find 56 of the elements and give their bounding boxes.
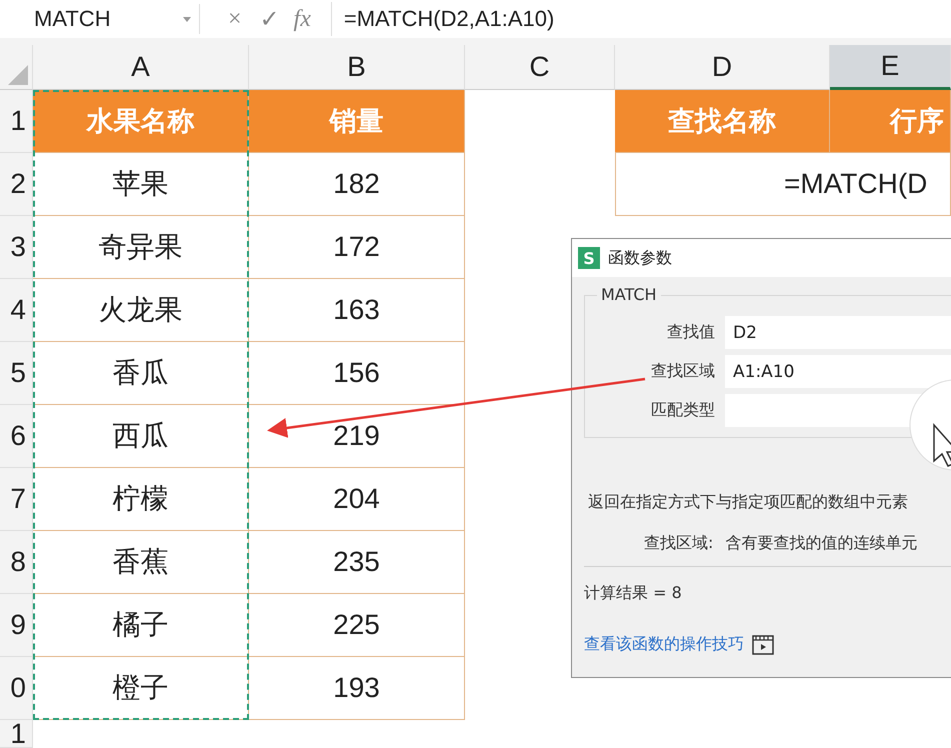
table-cell: 香蕉: [33, 531, 249, 594]
table-header-cell: 销量: [249, 90, 465, 153]
function-description: 返回在指定方式下与指定项匹配的数组中元素: [588, 492, 909, 513]
table-cell: 235: [249, 531, 465, 594]
table-cell: 火龙果: [33, 279, 249, 342]
table-cell: 204: [249, 468, 465, 531]
argument-help-text: 含有要查找的值的连续单元: [725, 533, 918, 554]
cancel-button[interactable]: ×: [228, 6, 242, 32]
table-header-cell: 行序: [830, 90, 951, 153]
select-all-icon[interactable]: [8, 65, 28, 85]
calculation-result: 计算结果 = 8: [584, 583, 683, 604]
table-cell: 182: [249, 153, 465, 216]
argument-field[interactable]: D2: [725, 316, 951, 349]
formula-field[interactable]: =MATCH(D2,A1:A10): [330, 2, 951, 36]
table-cell: 西瓜: [33, 405, 249, 468]
table-cell: 225: [249, 594, 465, 657]
tips-link[interactable]: 查看该函数的操作技巧: [584, 634, 744, 655]
column-header[interactable]: B: [249, 45, 465, 90]
row-header[interactable]: 0: [0, 657, 33, 720]
table-cell: 172: [249, 216, 465, 279]
formula-cell[interactable]: =MATCH(D: [615, 153, 951, 216]
argument-label: 查找值: [666, 322, 715, 343]
row-header[interactable]: 1: [0, 90, 33, 153]
argument-field[interactable]: A1:A10: [725, 355, 951, 388]
app-icon: S: [578, 247, 600, 269]
dropdown-icon: [183, 16, 191, 22]
argument-label: 匹配类型: [650, 400, 715, 421]
argument-label: 查找区域: [650, 361, 715, 382]
row-header[interactable]: 3: [0, 216, 33, 279]
name-box[interactable]: MATCH: [0, 4, 200, 34]
table-cell: 柠檬: [33, 468, 249, 531]
table-cell: 193: [249, 657, 465, 720]
column-header[interactable]: A: [33, 45, 249, 90]
row-header[interactable]: 5: [0, 342, 33, 405]
column-header[interactable]: C: [465, 45, 615, 90]
dialog-title: 函数参数: [608, 248, 672, 268]
table-cell: 苹果: [33, 153, 249, 216]
row-header[interactable]: 1: [0, 720, 33, 748]
table-cell: 156: [249, 342, 465, 405]
table-cell: 奇异果: [33, 216, 249, 279]
row-header[interactable]: 7: [0, 468, 33, 531]
insert-function-button[interactable]: fx: [294, 6, 311, 32]
row-header[interactable]: 6: [0, 405, 33, 468]
row-header[interactable]: 4: [0, 279, 33, 342]
table-cell: 163: [249, 279, 465, 342]
row-header[interactable]: 8: [0, 531, 33, 594]
row-header[interactable]: 9: [0, 594, 33, 657]
video-icon[interactable]: [752, 634, 774, 654]
table-cell: 219: [249, 405, 465, 468]
argument-help-label: 查找区域:: [644, 533, 714, 554]
column-header[interactable]: E: [830, 45, 951, 90]
table-header-cell: 水果名称: [33, 90, 249, 153]
column-header[interactable]: D: [615, 45, 830, 90]
table-header-cell: 查找名称: [615, 90, 830, 153]
row-header[interactable]: 2: [0, 153, 33, 216]
confirm-button[interactable]: ✓: [260, 4, 280, 34]
